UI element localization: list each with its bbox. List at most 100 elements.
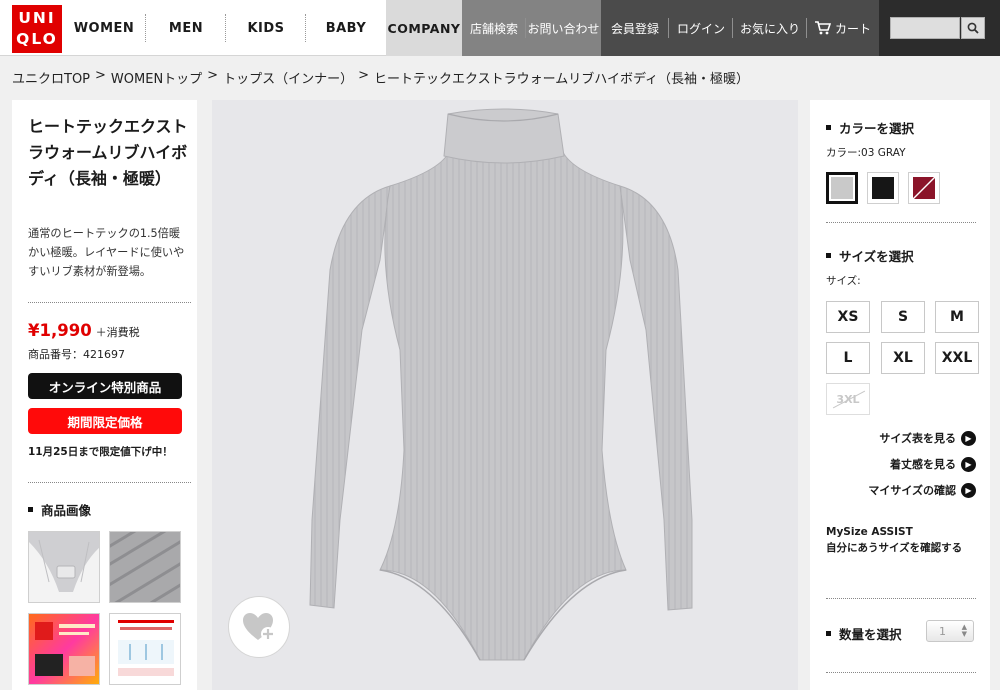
- nav-kids[interactable]: KIDS: [226, 0, 306, 56]
- my-size-label: マイサイズの確認: [868, 484, 956, 497]
- mysize-assist-link[interactable]: MySize ASSIST 自分にあうサイズを確認する: [826, 524, 962, 556]
- size-label: サイズ:: [826, 275, 861, 287]
- store-locator-link[interactable]: 店舗検索: [462, 0, 526, 56]
- heattech-diagram-icon: [110, 614, 180, 684]
- size-heading: サイズを選択: [826, 246, 914, 265]
- divider: [826, 222, 976, 223]
- size-xl-button[interactable]: XL: [881, 342, 925, 374]
- cart-icon: [814, 21, 831, 35]
- product-number: 商品番号：421697: [28, 348, 125, 361]
- quantity-select[interactable]: 1 ▲ ▼: [926, 620, 974, 642]
- breadcrumb-separator: >: [95, 68, 106, 83]
- search-button[interactable]: [961, 17, 985, 39]
- breadcrumb-women[interactable]: WOMENトップ: [111, 68, 202, 87]
- contact-link[interactable]: お問い合わせ: [526, 0, 601, 56]
- tax-note: ＋消費税: [95, 326, 140, 339]
- product-title: ヒートテックエクストラウォームリブハイボディ（長袖・極暖）: [28, 117, 188, 188]
- price: ¥1,990: [28, 321, 92, 340]
- nav-baby[interactable]: BABY: [306, 0, 386, 56]
- bodysuit-closeup-icon: [29, 532, 99, 602]
- divider: [28, 482, 191, 483]
- nav-women[interactable]: WOMEN: [62, 0, 146, 56]
- product-description: 通常のヒートテックの1.5倍暖かい極暖。レイヤードに使いやすいリブ素材が新登場。: [28, 227, 185, 278]
- divider: [826, 672, 976, 673]
- my-size-link[interactable]: マイサイズの確認 ▶: [868, 482, 976, 498]
- gallery-heading-label: 商品画像: [41, 503, 92, 518]
- size-xxl-button[interactable]: XXL: [935, 342, 979, 374]
- login-link[interactable]: ログイン: [669, 0, 733, 56]
- store-bar: 店舗検索 お問い合わせ: [462, 0, 601, 56]
- color-heading: カラーを選択: [826, 118, 914, 137]
- gray-chip: [831, 177, 853, 199]
- color-heading-label: カラーを選択: [839, 121, 915, 136]
- gray-bodysuit-icon: [309, 108, 693, 661]
- account-bar: 会員登録 ログイン お気に入り カート: [601, 0, 879, 56]
- gallery-heading: 商品画像: [28, 500, 91, 519]
- logo-line-1: UNI: [18, 9, 56, 27]
- breadcrumb: ユニクロTOP > WOMENトップ > トップス（インナー） > ヒートテック…: [12, 68, 749, 87]
- nav-men[interactable]: MEN: [146, 0, 226, 56]
- price-row: ¥1,990 ＋消費税: [28, 321, 140, 340]
- fit-length-link[interactable]: 着丈感を見る ▶: [890, 456, 976, 472]
- size-s-button[interactable]: S: [881, 301, 925, 333]
- breadcrumb-separator: >: [358, 68, 369, 83]
- divider: [826, 598, 976, 599]
- bullet-square-icon: [28, 507, 33, 512]
- global-header: UNI QLO WOMEN MEN KIDS BABY COMPANY 店舗検索…: [0, 0, 1000, 56]
- breadcrumb-top[interactable]: ユニクロTOP: [12, 68, 90, 87]
- color-swatch-wine[interactable]: [908, 172, 940, 204]
- size-heading-label: サイズを選択: [839, 249, 914, 264]
- divider: [28, 302, 191, 303]
- add-favorite-button[interactable]: [228, 596, 290, 658]
- breadcrumb-current: ヒートテックエクストラウォームリブハイボディ（長袖・極暖）: [374, 72, 750, 87]
- cart-link[interactable]: カート: [807, 0, 879, 56]
- rib-fabric-icon: [110, 532, 180, 602]
- select-arrows-icon: ▲ ▼: [961, 623, 967, 638]
- heart-plus-icon: [243, 613, 275, 641]
- quantity-heading: 数量を選択: [826, 624, 902, 643]
- size-chart-link[interactable]: サイズ表を見る ▶: [879, 430, 976, 446]
- promo-note: 11月25日まで限定値下げ中！: [28, 446, 173, 458]
- main-product-image[interactable]: [212, 100, 798, 690]
- size-l-button[interactable]: L: [826, 342, 870, 374]
- arrow-right-icon: ▶: [961, 482, 976, 498]
- mysize-assist-title: MySize ASSIST: [826, 526, 913, 538]
- nav-company[interactable]: COMPANY: [386, 0, 462, 56]
- size-chart-label: サイズ表を見る: [879, 432, 956, 445]
- purchase-panel: カラーを選択 カラー:03 GRAY サイズを選択 サイズ: XS S M L …: [810, 100, 990, 690]
- bullet-square-icon: [826, 253, 831, 258]
- sold-out-slash-icon: [910, 174, 938, 202]
- online-exclusive-badge: オンライン特別商品: [28, 373, 182, 399]
- uniqlo-logo[interactable]: UNI QLO: [12, 5, 62, 53]
- search-icon: [967, 22, 979, 34]
- arrow-right-icon: ▶: [961, 430, 976, 446]
- favorites-link[interactable]: お気に入り: [733, 0, 807, 56]
- black-chip: [872, 177, 894, 199]
- thumbnail-rib-fabric[interactable]: [109, 531, 181, 603]
- arrow-right-icon: ▶: [961, 456, 976, 472]
- quantity-value: 1: [939, 624, 946, 638]
- selected-color-label: カラー:03 GRAY: [826, 147, 906, 159]
- thumbnail-heattech-infographic[interactable]: [28, 613, 100, 685]
- color-swatch-gray[interactable]: [826, 172, 858, 204]
- bullet-square-icon: [826, 631, 831, 636]
- thumbnail-bodysuit-closeup[interactable]: [28, 531, 100, 603]
- fit-length-label: 着丈感を見る: [890, 458, 956, 471]
- quantity-heading-label: 数量を選択: [839, 627, 902, 642]
- cart-label: カート: [834, 21, 871, 36]
- color-swatch-black[interactable]: [867, 172, 899, 204]
- thumbnail-heattech-diagram[interactable]: [109, 613, 181, 685]
- size-3xl-button: 3XL: [826, 383, 870, 415]
- breadcrumb-tops[interactable]: トップス（インナー）: [223, 68, 353, 87]
- product-info-panel: ヒートテックエクストラウォームリブハイボディ（長袖・極暖） 通常のヒートテックの…: [12, 100, 197, 690]
- breadcrumb-separator: >: [207, 68, 219, 83]
- search-input[interactable]: [890, 17, 960, 39]
- bullet-square-icon: [826, 125, 831, 130]
- limited-price-badge: 期間限定価格: [28, 408, 182, 434]
- category-nav: WOMEN MEN KIDS BABY COMPANY: [62, 0, 462, 56]
- heattech-infographic-icon: [29, 614, 99, 684]
- register-link[interactable]: 会員登録: [601, 0, 669, 56]
- mysize-assist-subtitle: 自分にあうサイズを確認する: [826, 542, 963, 554]
- size-m-button[interactable]: M: [935, 301, 979, 333]
- size-xs-button[interactable]: XS: [826, 301, 870, 333]
